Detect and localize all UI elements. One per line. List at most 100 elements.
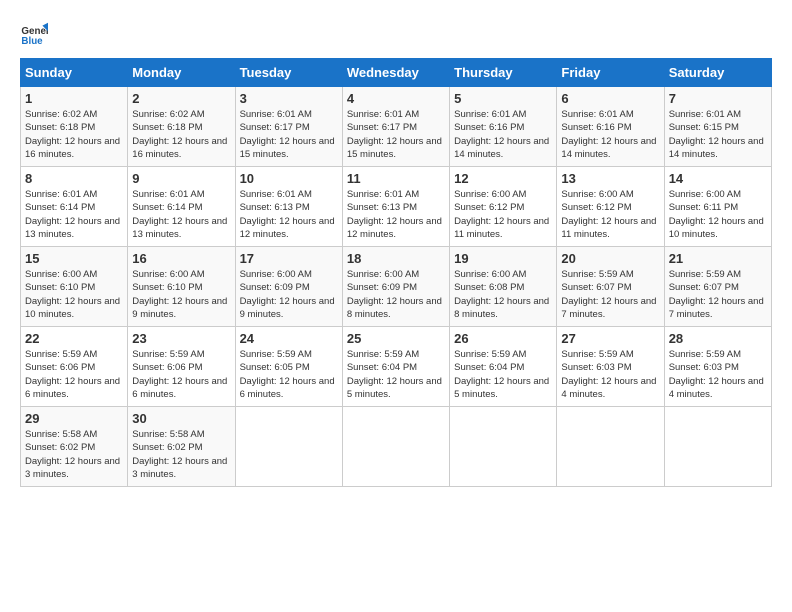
day-info: Sunrise: 6:01 AMSunset: 6:13 PMDaylight:…: [347, 188, 445, 241]
day-number: 22: [25, 331, 123, 346]
calendar-day-5: 5 Sunrise: 6:01 AMSunset: 6:16 PMDaylight…: [450, 87, 557, 167]
day-number: 26: [454, 331, 552, 346]
day-number: 10: [240, 171, 338, 186]
logo-icon: General Blue: [20, 20, 48, 48]
calendar-day-16: 16 Sunrise: 6:00 AMSunset: 6:10 PMDayligh…: [128, 247, 235, 327]
svg-text:Blue: Blue: [21, 36, 43, 47]
calendar-day-9: 9 Sunrise: 6:01 AMSunset: 6:14 PMDaylight…: [128, 167, 235, 247]
calendar-day-26: 26 Sunrise: 5:59 AMSunset: 6:04 PMDayligh…: [450, 327, 557, 407]
day-info: Sunrise: 6:00 AMSunset: 6:10 PMDaylight:…: [132, 268, 230, 321]
calendar-day-30: 30Sunrise: 5:58 AMSunset: 6:02 PMDayligh…: [128, 407, 235, 487]
day-info: Sunrise: 5:59 AMSunset: 6:07 PMDaylight:…: [561, 268, 659, 321]
day-of-week-thursday: Thursday: [450, 59, 557, 87]
calendar-day-18: 18 Sunrise: 6:00 AMSunset: 6:09 PMDayligh…: [342, 247, 449, 327]
day-of-week-tuesday: Tuesday: [235, 59, 342, 87]
day-of-week-saturday: Saturday: [664, 59, 771, 87]
calendar-day-25: 25 Sunrise: 5:59 AMSunset: 6:04 PMDayligh…: [342, 327, 449, 407]
day-number: 13: [561, 171, 659, 186]
day-info: Sunrise: 6:01 AMSunset: 6:16 PMDaylight:…: [454, 108, 552, 161]
day-info: Sunrise: 6:00 AMSunset: 6:09 PMDaylight:…: [240, 268, 338, 321]
day-info: Sunrise: 6:01 AMSunset: 6:14 PMDaylight:…: [25, 188, 123, 241]
day-number: 24: [240, 331, 338, 346]
day-number: 30: [132, 411, 230, 426]
empty-cell: [235, 407, 342, 487]
calendar-day-12: 12 Sunrise: 6:00 AMSunset: 6:12 PMDayligh…: [450, 167, 557, 247]
day-info: Sunrise: 6:00 AMSunset: 6:08 PMDaylight:…: [454, 268, 552, 321]
calendar-day-15: 15Sunrise: 6:00 AMSunset: 6:10 PMDayligh…: [21, 247, 128, 327]
day-info: Sunrise: 5:59 AMSunset: 6:06 PMDaylight:…: [25, 348, 123, 401]
day-number: 5: [454, 91, 552, 106]
day-number: 9: [132, 171, 230, 186]
day-number: 1: [25, 91, 123, 106]
day-number: 12: [454, 171, 552, 186]
day-number: 18: [347, 251, 445, 266]
day-of-week-monday: Monday: [128, 59, 235, 87]
day-number: 4: [347, 91, 445, 106]
calendar-day-14: 14Sunrise: 6:00 AMSunset: 6:11 PMDayligh…: [664, 167, 771, 247]
day-info: Sunrise: 6:01 AMSunset: 6:17 PMDaylight:…: [347, 108, 445, 161]
calendar-day-19: 19 Sunrise: 6:00 AMSunset: 6:08 PMDayligh…: [450, 247, 557, 327]
calendar-week-1: 1 Sunrise: 6:02 AMSunset: 6:18 PMDaylight…: [21, 87, 772, 167]
day-number: 2: [132, 91, 230, 106]
calendar-day-27: 27Sunrise: 5:59 AMSunset: 6:03 PMDayligh…: [557, 327, 664, 407]
calendar-table: SundayMondayTuesdayWednesdayThursdayFrid…: [20, 58, 772, 487]
calendar-day-7: 7Sunrise: 6:01 AMSunset: 6:15 PMDaylight…: [664, 87, 771, 167]
calendar-day-11: 11 Sunrise: 6:01 AMSunset: 6:13 PMDayligh…: [342, 167, 449, 247]
day-number: 17: [240, 251, 338, 266]
calendar-day-10: 10 Sunrise: 6:01 AMSunset: 6:13 PMDayligh…: [235, 167, 342, 247]
day-info: Sunrise: 5:59 AMSunset: 6:04 PMDaylight:…: [347, 348, 445, 401]
day-number: 11: [347, 171, 445, 186]
day-info: Sunrise: 5:59 AMSunset: 6:06 PMDaylight:…: [132, 348, 230, 401]
day-info: Sunrise: 6:00 AMSunset: 6:09 PMDaylight:…: [347, 268, 445, 321]
day-info: Sunrise: 6:01 AMSunset: 6:17 PMDaylight:…: [240, 108, 338, 161]
calendar-day-24: 24 Sunrise: 5:59 AMSunset: 6:05 PMDayligh…: [235, 327, 342, 407]
day-number: 20: [561, 251, 659, 266]
day-info: Sunrise: 6:00 AMSunset: 6:10 PMDaylight:…: [25, 268, 123, 321]
page-header: General Blue: [20, 20, 772, 48]
day-info: Sunrise: 5:59 AMSunset: 6:03 PMDaylight:…: [561, 348, 659, 401]
day-number: 19: [454, 251, 552, 266]
day-info: Sunrise: 6:00 AMSunset: 6:11 PMDaylight:…: [669, 188, 767, 241]
calendar-day-17: 17 Sunrise: 6:00 AMSunset: 6:09 PMDayligh…: [235, 247, 342, 327]
calendar-day-20: 20 Sunrise: 5:59 AMSunset: 6:07 PMDayligh…: [557, 247, 664, 327]
calendar-day-4: 4 Sunrise: 6:01 AMSunset: 6:17 PMDaylight…: [342, 87, 449, 167]
calendar-day-13: 13 Sunrise: 6:00 AMSunset: 6:12 PMDayligh…: [557, 167, 664, 247]
day-number: 28: [669, 331, 767, 346]
day-number: 8: [25, 171, 123, 186]
day-info: Sunrise: 6:01 AMSunset: 6:16 PMDaylight:…: [561, 108, 659, 161]
day-of-week-friday: Friday: [557, 59, 664, 87]
day-info: Sunrise: 6:02 AMSunset: 6:18 PMDaylight:…: [25, 108, 123, 161]
day-info: Sunrise: 6:02 AMSunset: 6:18 PMDaylight:…: [132, 108, 230, 161]
calendar-week-5: 29 Sunrise: 5:58 AMSunset: 6:02 PMDayligh…: [21, 407, 772, 487]
calendar-day-1: 1 Sunrise: 6:02 AMSunset: 6:18 PMDaylight…: [21, 87, 128, 167]
logo: General Blue: [20, 20, 52, 48]
day-info: Sunrise: 5:59 AMSunset: 6:04 PMDaylight:…: [454, 348, 552, 401]
calendar-day-2: 2 Sunrise: 6:02 AMSunset: 6:18 PMDaylight…: [128, 87, 235, 167]
day-info: Sunrise: 5:58 AMSunset: 6:02 PMDaylight:…: [25, 428, 123, 481]
calendar-day-23: 23 Sunrise: 5:59 AMSunset: 6:06 PMDayligh…: [128, 327, 235, 407]
day-number: 16: [132, 251, 230, 266]
empty-cell: [557, 407, 664, 487]
day-info: Sunrise: 6:01 AMSunset: 6:13 PMDaylight:…: [240, 188, 338, 241]
calendar-day-28: 28Sunrise: 5:59 AMSunset: 6:03 PMDayligh…: [664, 327, 771, 407]
empty-cell: [664, 407, 771, 487]
day-number: 25: [347, 331, 445, 346]
day-number: 23: [132, 331, 230, 346]
calendar-day-6: 6 Sunrise: 6:01 AMSunset: 6:16 PMDaylight…: [557, 87, 664, 167]
calendar-week-2: 8 Sunrise: 6:01 AMSunset: 6:14 PMDaylight…: [21, 167, 772, 247]
day-info: Sunrise: 6:00 AMSunset: 6:12 PMDaylight:…: [561, 188, 659, 241]
day-of-week-sunday: Sunday: [21, 59, 128, 87]
day-number: 21: [669, 251, 767, 266]
calendar-day-8: 8 Sunrise: 6:01 AMSunset: 6:14 PMDaylight…: [21, 167, 128, 247]
day-number: 29: [25, 411, 123, 426]
day-number: 7: [669, 91, 767, 106]
day-info: Sunrise: 6:00 AMSunset: 6:12 PMDaylight:…: [454, 188, 552, 241]
day-info: Sunrise: 6:01 AMSunset: 6:14 PMDaylight:…: [132, 188, 230, 241]
day-number: 3: [240, 91, 338, 106]
day-info: Sunrise: 5:59 AMSunset: 6:05 PMDaylight:…: [240, 348, 338, 401]
day-number: 6: [561, 91, 659, 106]
calendar-day-3: 3 Sunrise: 6:01 AMSunset: 6:17 PMDaylight…: [235, 87, 342, 167]
calendar-day-22: 22 Sunrise: 5:59 AMSunset: 6:06 PMDayligh…: [21, 327, 128, 407]
day-of-week-wednesday: Wednesday: [342, 59, 449, 87]
day-info: Sunrise: 5:59 AMSunset: 6:07 PMDaylight:…: [669, 268, 767, 321]
